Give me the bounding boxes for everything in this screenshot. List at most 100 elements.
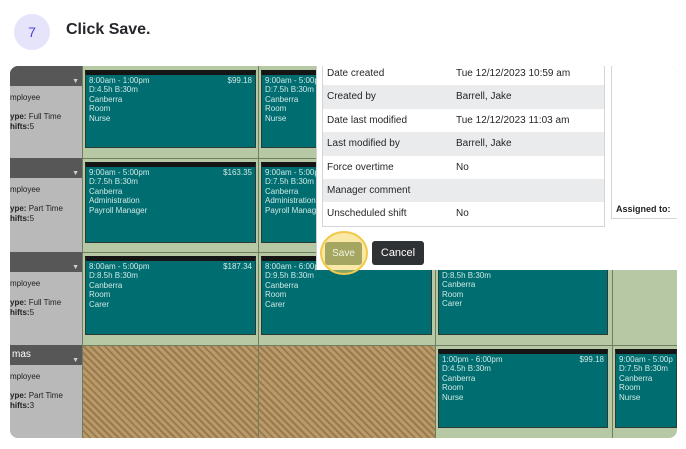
shift-role: Nurse — [89, 113, 111, 123]
shift-duration: D:7.5h B:30m — [619, 364, 668, 374]
detail-value: Barrell, Jake — [456, 91, 512, 103]
shift-price: $187.34 — [223, 262, 252, 271]
employee-shifts: hifts:3 — [10, 401, 35, 410]
employee-type: ype: Part Time — [10, 391, 63, 400]
employee-row[interactable]: ▼ mployee ype: Full Time hifts:5 — [10, 66, 82, 158]
shift-location: Canberra — [442, 280, 476, 290]
shift-location: Canberra — [89, 94, 123, 104]
shift-area: Room — [442, 383, 464, 393]
employee-row[interactable]: ▼ mployee ype: Part Time hifts:5 — [10, 158, 82, 252]
shift-details-dialog: Date created Tue 12/12/2023 10:59 am Cre… — [316, 66, 677, 270]
shift-duration: D:7.5h B:30m — [89, 177, 138, 187]
shift-role: Nurse — [442, 392, 464, 402]
shift-role: Payroll Manag — [265, 205, 317, 215]
shift-area: Room — [442, 289, 464, 299]
employee-name: ▼ — [10, 252, 82, 272]
employee-shifts: hifts:5 — [10, 308, 35, 317]
detail-label: Date last modified — [327, 114, 408, 126]
shift-duration: D:7.5h B:30m — [265, 177, 314, 187]
shift-location: Canberra — [89, 186, 123, 196]
shift-card[interactable]: 9:00am - 5:00p D:7.5h B:30m Canberra Roo… — [615, 349, 677, 428]
assigned-to-label: Assigned to: — [616, 204, 671, 214]
employee-name: ▼ — [10, 158, 82, 178]
shift-area: Room — [265, 104, 287, 114]
shift-area: Room — [89, 290, 111, 300]
shift-card[interactable]: 8:00am - 5:00pm $187.34 D:8.5h B:30m Can… — [85, 256, 256, 335]
unavailable-cell — [258, 346, 435, 438]
shift-duration: D:4.5h B:30m — [89, 85, 138, 95]
step-number-badge: 7 — [14, 14, 50, 50]
shift-duration: D:8.5h B:30m — [442, 271, 491, 280]
cancel-button[interactable]: Cancel — [372, 241, 424, 265]
shift-time: 9:00am - 5:00p — [265, 168, 317, 177]
detail-label: Force overtime — [327, 161, 394, 173]
caret-down-icon[interactable]: ▼ — [72, 72, 79, 92]
save-button[interactable]: Save — [325, 242, 362, 265]
step-header: 7 Click Save. — [0, 0, 686, 62]
shift-role: Carer — [89, 299, 110, 309]
shift-card[interactable]: 1:00pm - 6:00pm $99.18 D:4.5h B:30m Canb… — [438, 349, 608, 428]
detail-label: Created by — [327, 91, 376, 103]
shift-card[interactable]: 8:00am - 1:00pm $99.18 D:4.5h B:30m Canb… — [85, 70, 256, 148]
shift-location: Canberra — [265, 94, 299, 104]
shift-price: $163.35 — [223, 168, 252, 177]
detail-value: Barrell, Jake — [456, 138, 512, 150]
detail-row-force-overtime: Force overtime No — [323, 156, 604, 179]
grid-divider — [82, 345, 677, 346]
employee-label: mployee — [10, 372, 41, 381]
shift-area: Room — [89, 104, 111, 114]
employee-name: ▼ — [10, 66, 82, 86]
shift-area: Room — [619, 383, 641, 393]
shift-role: Carer — [265, 299, 286, 309]
caret-down-icon[interactable]: ▼ — [72, 351, 79, 371]
employee-shifts: hifts:5 — [10, 214, 35, 223]
detail-row-manager-comment: Manager comment — [323, 178, 604, 203]
detail-label: Unscheduled shift — [327, 208, 407, 220]
detail-value: No — [456, 161, 469, 173]
details-table: Date created Tue 12/12/2023 10:59 am Cre… — [322, 66, 605, 227]
employee-label: mployee — [10, 93, 41, 102]
shift-role: Nurse — [265, 113, 287, 123]
shift-time: 9:00am - 5:00p — [265, 76, 317, 85]
detail-row-created-by: Created by Barrell, Jake — [323, 85, 604, 109]
employee-type: ype: Part Time — [10, 204, 63, 213]
step-title: Click Save. — [66, 21, 151, 38]
caret-down-icon[interactable]: ▼ — [72, 164, 79, 184]
employee-row[interactable]: ▼ mployee ype: Full Time hifts:5 — [10, 252, 82, 345]
detail-row-date-created: Date created Tue 12/12/2023 10:59 am — [323, 66, 604, 85]
shift-area: Administration — [89, 196, 140, 206]
shift-role: Carer — [442, 299, 463, 309]
detail-label: Date created — [327, 68, 385, 79]
employee-row[interactable]: mas ▼ mployee ype: Part Time hifts:3 — [10, 345, 82, 438]
detail-value: Tue 12/12/2023 11:03 am — [456, 114, 570, 126]
detail-value: Tue 12/12/2023 10:59 am — [456, 68, 571, 79]
shift-location: Canberra — [265, 280, 299, 290]
employee-type: ype: Full Time — [10, 298, 62, 307]
shift-price: $99.18 — [227, 76, 252, 85]
employee-type: ype: Full Time — [10, 112, 62, 121]
detail-value: No — [456, 208, 469, 220]
shift-card[interactable]: 9:00am - 5:00p D:7.5h B:30m Canberra Adm… — [261, 162, 317, 243]
detail-row-unscheduled-shift: Unscheduled shift No — [323, 202, 604, 225]
detail-label: Last modified by — [327, 138, 400, 150]
detail-row-last-modified-by: Last modified by Barrell, Jake — [323, 132, 604, 156]
shift-role: Payroll Manager — [89, 205, 148, 215]
shift-role: Nurse — [619, 392, 641, 402]
shift-price: $99.18 — [579, 355, 604, 364]
shift-location: Canberra — [619, 373, 653, 383]
employee-label: mployee — [10, 185, 41, 194]
caret-down-icon[interactable]: ▼ — [72, 258, 79, 278]
assigned-panel: Assigned to: — [611, 66, 677, 219]
shift-time: 9:00am - 5:00p — [619, 355, 673, 364]
shift-duration: D:7.5h B:30m — [265, 85, 314, 95]
employee-shifts: hifts:5 — [10, 122, 35, 131]
shift-card[interactable]: 9:00am - 5:00pm $163.35 D:7.5h B:30m Can… — [85, 162, 256, 243]
unavailable-cell — [82, 346, 258, 438]
shift-area: Administration — [265, 196, 316, 206]
employee-label: mployee — [10, 279, 41, 288]
shift-duration: D:8.5h B:30m — [89, 271, 138, 281]
shift-card[interactable]: 9:00am - 5:00p D:7.5h B:30m Canberra Roo… — [261, 70, 317, 148]
detail-row-date-last-modified: Date last modified Tue 12/12/2023 11:03 … — [323, 109, 604, 132]
shift-area: Room — [265, 290, 287, 300]
screenshot-frame: ▼ mployee ype: Full Time hifts:5 ▼ mploy… — [10, 66, 677, 438]
